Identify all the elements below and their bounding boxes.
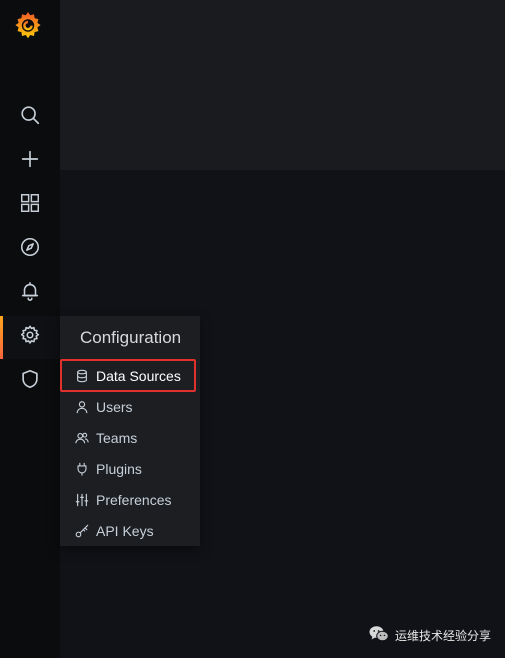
search-nav-item[interactable] xyxy=(0,97,60,137)
menu-item-plugins[interactable]: Plugins xyxy=(60,453,200,484)
menu-item-label: Teams xyxy=(96,429,138,446)
active-indicator xyxy=(0,316,3,359)
menu-item-label: API Keys xyxy=(96,522,154,539)
create-nav-item[interactable] xyxy=(0,141,60,181)
shield-icon xyxy=(19,368,41,395)
users-icon xyxy=(70,431,94,445)
menu-item-data-sources[interactable]: Data Sources xyxy=(60,360,200,391)
menu-item-label: Data Sources xyxy=(96,367,181,384)
menu-item-label: Plugins xyxy=(96,460,142,477)
configuration-nav-item[interactable] xyxy=(0,316,60,359)
user-icon xyxy=(70,400,94,414)
wechat-icon xyxy=(369,625,395,646)
menu-item-api-keys[interactable]: API Keys xyxy=(60,515,200,546)
gear-icon xyxy=(19,324,41,351)
menu-item-preferences[interactable]: Preferences xyxy=(60,484,200,515)
sliders-icon xyxy=(70,493,94,507)
configuration-flyout-menu: Configuration Data Sources Users Teams P… xyxy=(60,316,200,546)
explore-nav-item[interactable] xyxy=(0,229,60,269)
watermark-text: 运维技术经验分享 xyxy=(394,629,491,643)
database-icon xyxy=(70,369,94,383)
grafana-logo-icon[interactable] xyxy=(12,9,44,41)
dashboards-nav-item[interactable] xyxy=(0,185,60,225)
server-admin-nav-item[interactable] xyxy=(0,361,60,401)
plug-icon xyxy=(70,462,94,476)
key-icon xyxy=(70,524,94,538)
search-icon xyxy=(19,104,41,131)
plus-icon xyxy=(19,148,41,175)
app-root: Configuration Data Sources Users Teams P… xyxy=(0,0,505,658)
menu-item-teams[interactable]: Teams xyxy=(60,422,200,453)
header-band xyxy=(60,0,505,170)
compass-icon xyxy=(19,236,41,263)
alerting-nav-item[interactable] xyxy=(0,273,60,313)
menu-item-users[interactable]: Users xyxy=(60,391,200,422)
dashboards-grid-icon xyxy=(19,192,41,219)
flyout-title[interactable]: Configuration xyxy=(80,328,181,348)
sidebar xyxy=(0,0,60,658)
menu-item-label: Preferences xyxy=(96,491,172,508)
watermark: 运维技术经验分享 xyxy=(369,625,491,646)
bell-icon xyxy=(19,280,41,307)
menu-item-label: Users xyxy=(96,398,133,415)
